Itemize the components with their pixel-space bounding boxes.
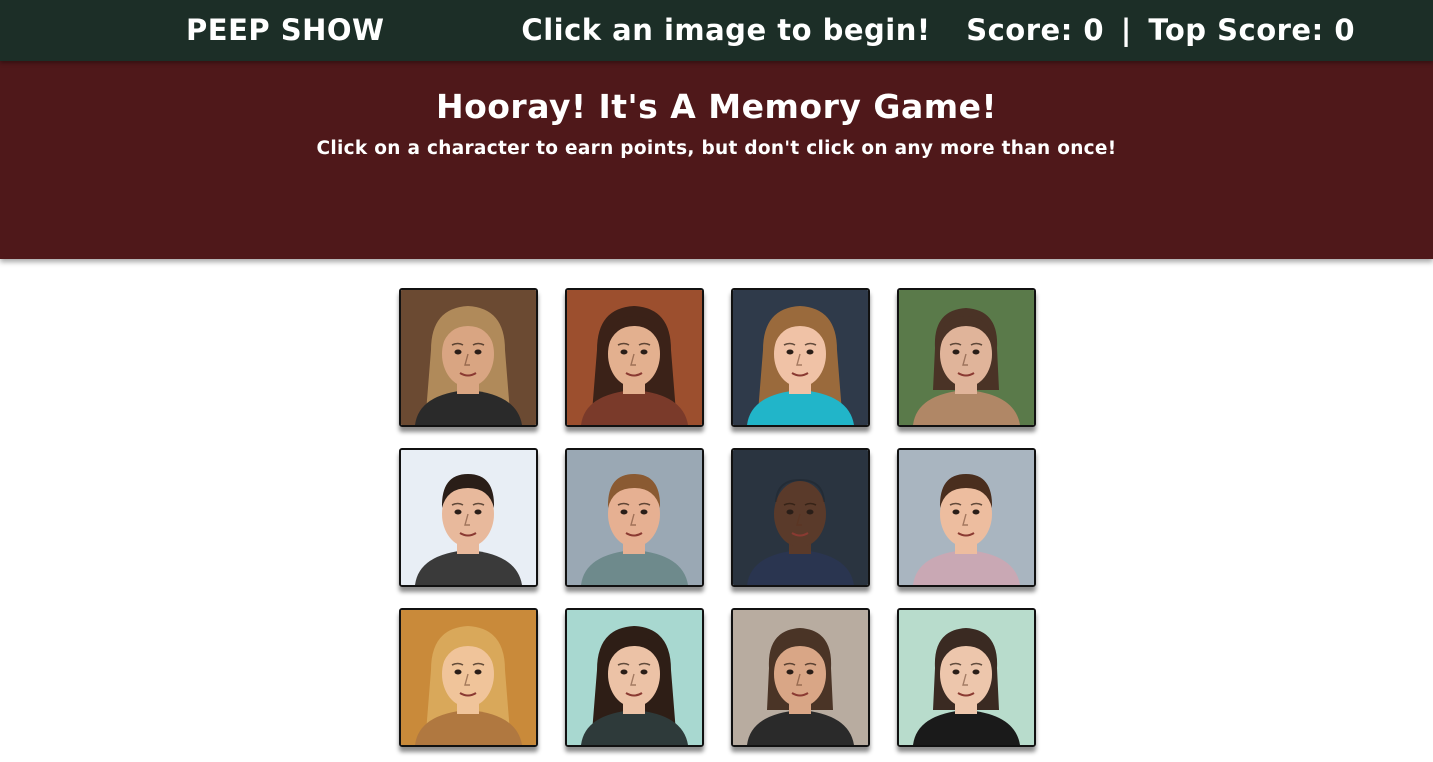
score-display: Score: 0 | Top Score: 0 <box>966 0 1355 61</box>
header-banner: Hooray! It's A Memory Game! Click on a c… <box>0 61 1433 259</box>
character-portrait <box>733 450 868 585</box>
character-portrait <box>733 290 868 425</box>
top-score-label: Top Score: <box>1148 13 1324 47</box>
header-subtitle: Click on a character to earn points, but… <box>316 138 1117 159</box>
character-portrait <box>401 450 536 585</box>
character-portrait <box>567 450 702 585</box>
character-card[interactable] <box>565 288 704 427</box>
score-label: Score: <box>966 13 1073 47</box>
character-portrait <box>401 610 536 745</box>
score-value: 0 <box>1083 13 1105 47</box>
character-card[interactable] <box>399 288 538 427</box>
character-card[interactable] <box>897 608 1036 747</box>
character-card[interactable] <box>565 608 704 747</box>
character-card[interactable] <box>897 288 1036 427</box>
character-card[interactable] <box>897 448 1036 587</box>
character-grid <box>399 288 1036 748</box>
character-card[interactable] <box>731 288 870 427</box>
character-portrait <box>567 610 702 745</box>
character-card[interactable] <box>399 608 538 747</box>
top-score-value: 0 <box>1334 13 1355 47</box>
header-title: Hooray! It's A Memory Game! <box>435 87 998 126</box>
character-portrait <box>899 610 1034 745</box>
character-card[interactable] <box>731 608 870 747</box>
character-card[interactable] <box>565 448 704 587</box>
character-portrait <box>567 290 702 425</box>
character-card[interactable] <box>399 448 538 587</box>
navbar: PEEP SHOW Click an image to begin! Score… <box>0 0 1433 61</box>
character-card[interactable] <box>731 448 870 587</box>
character-portrait <box>899 450 1034 585</box>
character-portrait <box>733 610 868 745</box>
score-separator: | <box>1120 13 1132 47</box>
character-portrait <box>899 290 1034 425</box>
character-portrait <box>401 290 536 425</box>
